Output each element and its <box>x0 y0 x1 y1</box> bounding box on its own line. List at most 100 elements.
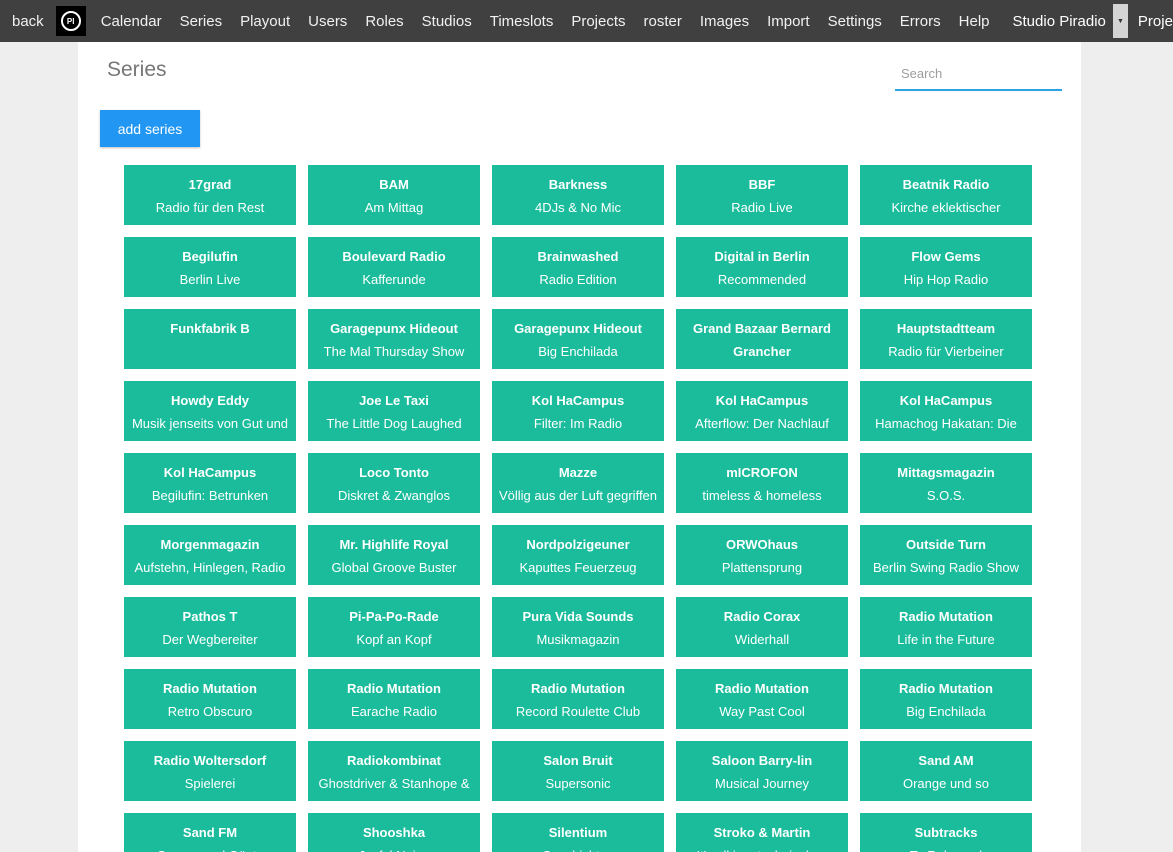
series-card[interactable]: BrainwashedRadio Edition <box>492 237 664 297</box>
series-card-title: mICROFON <box>680 461 844 484</box>
series-card-subtitle: Way Past Cool <box>680 700 844 724</box>
series-card-subtitle: Begilufin: Betrunken <box>128 484 292 508</box>
add-series-button[interactable]: add series <box>100 110 200 147</box>
series-card[interactable]: Pathos TDer Wegbereiter <box>124 597 296 657</box>
series-card-subtitle: Berlin Swing Radio Show <box>864 556 1028 580</box>
series-card[interactable]: MittagsmagazinS.O.S. <box>860 453 1032 513</box>
series-card-subtitle: The Mal Thursday Show <box>312 340 476 364</box>
series-card[interactable]: Barkness4DJs & No Mic <box>492 165 664 225</box>
series-card[interactable]: Kol HaCampusBegilufin: Betrunken <box>124 453 296 513</box>
series-card[interactable]: Sand AMOrange und so <box>860 741 1032 801</box>
series-card[interactable]: Saloon Barry-linMusical Journey <box>676 741 848 801</box>
series-card-subtitle: It's all in a technicolour <box>680 844 844 852</box>
series-card[interactable]: Stroko & MartinIt's all in a technicolou… <box>676 813 848 852</box>
search-input[interactable] <box>895 60 1062 91</box>
series-card-title: Outside Turn <box>864 533 1028 556</box>
series-card-subtitle: Radio Edition <box>496 268 660 292</box>
series-card[interactable]: Grand Bazaar Bernard Grancher <box>676 309 848 369</box>
series-card[interactable]: Howdy EddyMusik jenseits von Gut und <box>124 381 296 441</box>
series-card-subtitle: Musikmagazin <box>496 628 660 652</box>
series-card[interactable]: BegilufinBerlin Live <box>124 237 296 297</box>
series-card-subtitle: Big Enchilada <box>864 700 1028 724</box>
series-card[interactable]: MazzeVöllig aus der Luft gegriffen <box>492 453 664 513</box>
series-card[interactable]: Sand FMOrange und Gäste <box>124 813 296 852</box>
series-card[interactable]: Radio CoraxWiderhall <box>676 597 848 657</box>
series-card[interactable]: Pura Vida SoundsMusikmagazin <box>492 597 664 657</box>
series-card[interactable]: Garagepunx HideoutThe Mal Thursday Show <box>308 309 480 369</box>
series-card[interactable]: mICROFONtimeless & homeless <box>676 453 848 513</box>
series-card[interactable]: RadiokombinatGhostdriver & Stanhope & <box>308 741 480 801</box>
piradio-logo-icon[interactable]: PI <box>56 6 86 36</box>
series-card[interactable]: NordpolzigeunerKaputtes Feuerzeug <box>492 525 664 585</box>
nav-item-roster[interactable]: roster <box>635 13 691 30</box>
series-card[interactable]: Funkfabrik B <box>124 309 296 369</box>
series-card-title: Radio Mutation <box>496 677 660 700</box>
piradio-logo-glyph: PI <box>61 11 81 31</box>
series-card[interactable]: BAMAm Mittag <box>308 165 480 225</box>
nav-item-roles[interactable]: Roles <box>356 13 412 30</box>
nav-item-errors[interactable]: Errors <box>891 13 950 30</box>
nav-item-timeslots[interactable]: Timeslots <box>481 13 563 30</box>
series-card[interactable]: Kol HaCampusFilter: Im Radio <box>492 381 664 441</box>
series-card[interactable]: Beatnik RadioKirche eklektischer <box>860 165 1032 225</box>
series-card-subtitle: Afterflow: Der Nachlauf <box>680 412 844 436</box>
nav-item-projects[interactable]: Projects <box>562 13 634 30</box>
series-card[interactable]: Radio MutationRecord Roulette Club <box>492 669 664 729</box>
project-select[interactable]: Project 88vier ▼ <box>1138 4 1173 38</box>
studio-select[interactable]: Studio Piradio ▼ <box>1013 4 1128 38</box>
series-card-title: 17grad <box>128 173 292 196</box>
series-card[interactable]: Mr. Highlife RoyalGlobal Groove Buster <box>308 525 480 585</box>
series-card[interactable]: 17gradRadio für den Rest <box>124 165 296 225</box>
series-card[interactable]: MorgenmagazinAufstehn, Hinlegen, Radio <box>124 525 296 585</box>
series-card[interactable]: Radio MutationEarache Radio <box>308 669 480 729</box>
series-card-title: Radio Mutation <box>680 677 844 700</box>
series-card[interactable]: Radio MutationWay Past Cool <box>676 669 848 729</box>
series-card-subtitle: Kirche eklektischer <box>864 196 1028 220</box>
series-card[interactable]: ShooshkaJoyful Noise <box>308 813 480 852</box>
series-card[interactable]: Kol HaCampusAfterflow: Der Nachlauf <box>676 381 848 441</box>
series-card[interactable]: Radio WoltersdorfSpielerei <box>124 741 296 801</box>
series-card-subtitle: Hamachog Hakatan: Die <box>864 412 1028 436</box>
nav-item-help[interactable]: Help <box>950 13 999 30</box>
series-card[interactable]: Kol HaCampusHamachog Hakatan: Die <box>860 381 1032 441</box>
series-card-title: Begilufin <box>128 245 292 268</box>
series-card[interactable]: Flow GemsHip Hop Radio <box>860 237 1032 297</box>
chevron-down-icon[interactable]: ▼ <box>1113 4 1128 38</box>
nav-item-import[interactable]: Import <box>758 13 819 30</box>
series-card-title: Sand FM <box>128 821 292 844</box>
series-card[interactable]: Joe Le TaxiThe Little Dog Laughed <box>308 381 480 441</box>
series-card[interactable]: Boulevard RadioKafferunde <box>308 237 480 297</box>
series-card[interactable]: BBFRadio Live <box>676 165 848 225</box>
series-card[interactable]: SubtracksTo Released <box>860 813 1032 852</box>
series-card[interactable]: ORWOhausPlattensprung <box>676 525 848 585</box>
series-card[interactable]: Radio MutationLife in the Future <box>860 597 1032 657</box>
page-background: Series add series 17gradRadio für den Re… <box>0 42 1173 852</box>
series-card[interactable]: SilentiumGeschichten <box>492 813 664 852</box>
series-card-title: Hauptstadtteam <box>864 317 1028 340</box>
series-card-subtitle: Am Mittag <box>312 196 476 220</box>
nav-item-studios[interactable]: Studios <box>413 13 481 30</box>
series-card-subtitle: Supersonic <box>496 772 660 796</box>
nav-item-settings[interactable]: Settings <box>819 13 891 30</box>
series-card[interactable]: Garagepunx HideoutBig Enchilada <box>492 309 664 369</box>
series-card[interactable]: Salon BruitSupersonic <box>492 741 664 801</box>
series-card-subtitle: 4DJs & No Mic <box>496 196 660 220</box>
series-card-title: Barkness <box>496 173 660 196</box>
nav-item-series[interactable]: Series <box>171 13 232 30</box>
series-card[interactable]: Radio MutationRetro Obscuro <box>124 669 296 729</box>
nav-item-users[interactable]: Users <box>299 13 356 30</box>
nav-item-calendar[interactable]: Calendar <box>92 13 171 30</box>
series-card[interactable]: HauptstadtteamRadio für Vierbeiner <box>860 309 1032 369</box>
series-card-subtitle: Kopf an Kopf <box>312 628 476 652</box>
series-card[interactable]: Outside TurnBerlin Swing Radio Show <box>860 525 1032 585</box>
series-card-title: Beatnik Radio <box>864 173 1028 196</box>
series-card-title: Shooshka <box>312 821 476 844</box>
series-card[interactable]: Digital in BerlinRecommended <box>676 237 848 297</box>
series-card[interactable]: Pi-Pa-Po-RadeKopf an Kopf <box>308 597 480 657</box>
nav-item-images[interactable]: Images <box>691 13 758 30</box>
series-card[interactable]: Radio MutationBig Enchilada <box>860 669 1032 729</box>
nav-item-playout[interactable]: Playout <box>231 13 299 30</box>
back-button[interactable]: back <box>10 13 52 30</box>
series-card-subtitle: Völlig aus der Luft gegriffen <box>496 484 660 508</box>
series-card[interactable]: Loco TontoDiskret & Zwanglos <box>308 453 480 513</box>
